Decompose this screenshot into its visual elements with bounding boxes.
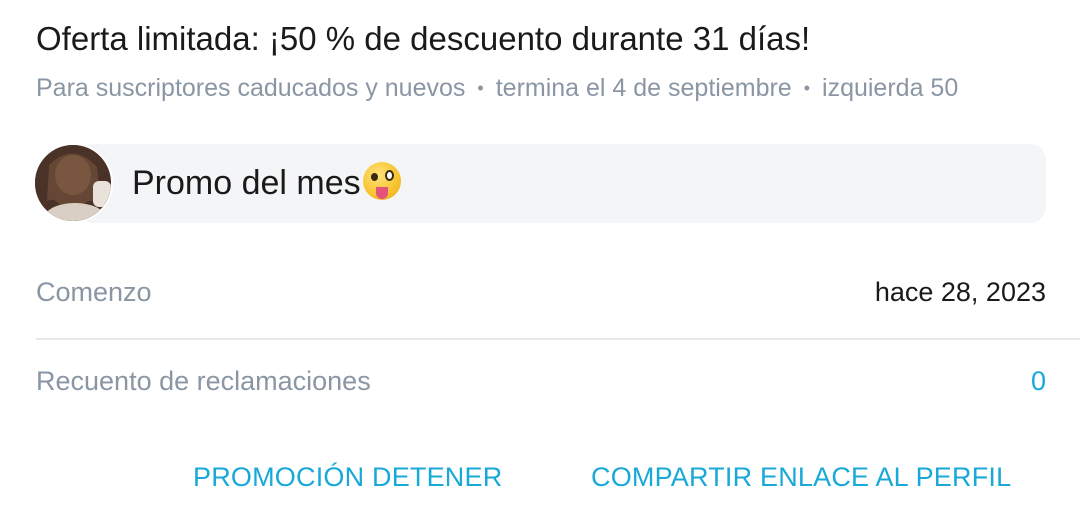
promo-message-text: Promo del mes <box>132 164 361 202</box>
offer-remaining: izquierda 50 <box>822 74 959 102</box>
promotion-card: Oferta limitada: ¡50 % de descuento dura… <box>0 0 1080 531</box>
offer-end-date: termina el 4 de septiembre <box>495 74 792 102</box>
offer-subtitle: Para suscriptores caducados y nuevos • ter… <box>36 74 958 103</box>
claims-count[interactable]: 0 <box>1031 366 1046 397</box>
separator-dot: • <box>803 78 811 98</box>
offer-title: Oferta limitada: ¡50 % de descuento dura… <box>36 20 811 57</box>
offer-audience: Para suscriptores caducados y nuevos <box>36 74 466 102</box>
separator-dot: • <box>477 78 484 98</box>
share-profile-link-button[interactable]: COMPARTIR ENLACE AL PERFIL <box>591 462 1011 493</box>
promo-message: Promo del mes <box>132 162 401 203</box>
start-value: hace 28, 2023 <box>874 277 1046 307</box>
row-divider <box>36 338 1080 340</box>
start-label: Comenzo <box>36 277 152 307</box>
claims-label: Recuento de reclamaciones <box>36 366 371 396</box>
avatar[interactable] <box>33 143 113 223</box>
stop-promotion-button[interactable]: PROMOCIÓN DETENER <box>193 462 502 493</box>
zany-face-emoji-icon <box>362 162 401 200</box>
